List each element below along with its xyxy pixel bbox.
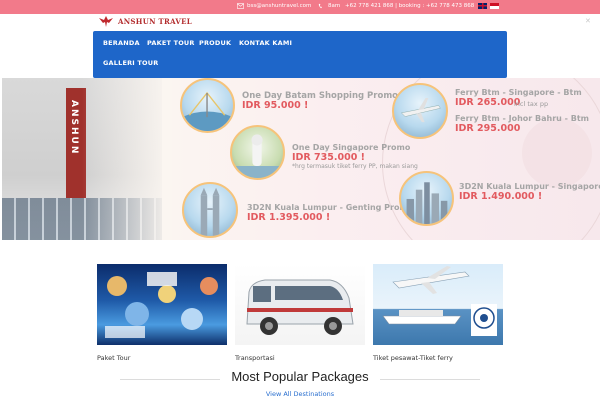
office-building-image: ANSHUN xyxy=(2,78,172,240)
promo-note: *hrg termasuk tiket ferry PP, makan sian… xyxy=(292,163,418,170)
nav-item-produk[interactable]: PRODUK xyxy=(199,39,231,47)
contact-phone[interactable]: +62 778 421 868 | booking : +62 778 473 … xyxy=(345,3,474,9)
phone-icon xyxy=(318,3,322,9)
nav-item-beranda[interactable]: BERANDA xyxy=(103,39,140,47)
site-logo[interactable]: ANSHUN TRAVEL xyxy=(98,13,192,29)
hours-text: 8am xyxy=(328,3,341,9)
batam-bridge-image xyxy=(180,78,235,133)
indonesia-flag-icon[interactable] xyxy=(490,3,499,9)
card-caption[interactable]: Tiket pesawat-Tiket ferry xyxy=(373,354,453,362)
hero-banner: ANSHUN One Day Batam Shopping Promo IDR … xyxy=(2,78,600,240)
card-caption[interactable]: Paket Tour xyxy=(97,354,130,362)
petronas-towers-image xyxy=(182,182,238,238)
promo-title[interactable]: 3D2N Kuala Lumpur - Genting Promo xyxy=(247,203,413,212)
promo-price: IDR 95.000 ! xyxy=(242,100,309,111)
section-title: Most Popular Packages xyxy=(231,369,369,384)
nav-item-kontak-kami[interactable]: KONTAK KAMI xyxy=(239,39,292,47)
top-bar: bss@anshuntravel.com 8am +62 778 421 868… xyxy=(0,0,600,14)
promo-title[interactable]: Ferry Btm - Singapore - Btm xyxy=(455,88,582,97)
nav-item-paket-tour[interactable]: PAKET TOUR xyxy=(147,39,195,47)
eagle-logo-icon xyxy=(99,16,113,27)
airplane-image xyxy=(392,83,448,139)
card-transportasi[interactable]: Transportasi xyxy=(235,264,365,362)
contact-hours: 8am xyxy=(318,3,340,9)
view-all-link[interactable]: View All Destinations xyxy=(0,390,600,398)
singapore-merlion-image xyxy=(230,125,285,180)
airplane-ferry-image[interactable] xyxy=(373,264,503,345)
promo-price: IDR 1.395.000 ! xyxy=(247,212,331,223)
promo-price: IDR 735.000 ! xyxy=(292,152,365,163)
promo-price: IDR 1.490.000 ! xyxy=(459,191,543,202)
kuala-lumpur-city-image xyxy=(399,171,454,226)
promo-title[interactable]: Ferry Btm - Johor Bahru - Btm xyxy=(455,114,589,123)
main-navigation: BERANDA PAKET TOUR PRODUK KONTAK KAMI GA… xyxy=(93,31,507,78)
brand-name: ANSHUN TRAVEL xyxy=(118,16,192,26)
promo-note: incl tax pp xyxy=(514,100,549,108)
nav-item-galleri-tour[interactable]: GALLERI TOUR xyxy=(103,59,158,67)
email-text: bss@anshuntravel.com xyxy=(247,3,312,9)
promo-price: IDR 265.000 xyxy=(455,97,521,108)
contact-email[interactable]: bss@anshuntravel.com xyxy=(237,3,311,9)
phone-text: +62 778 421 868 | booking : +62 778 473 … xyxy=(345,3,475,9)
promo-price: IDR 295.000 xyxy=(455,123,521,134)
promo-title[interactable]: 3D2N Kuala Lumpur - Singapore Pr xyxy=(459,182,600,191)
card-paket-tour[interactable]: Paket Tour xyxy=(97,264,227,362)
close-icon[interactable]: ✕ xyxy=(585,17,591,25)
language-switcher xyxy=(478,3,499,9)
tour-collage-image[interactable] xyxy=(97,264,227,345)
card-tiket[interactable]: Tiket pesawat-Tiket ferry xyxy=(373,264,503,362)
card-caption[interactable]: Transportasi xyxy=(235,354,275,362)
english-flag-icon[interactable] xyxy=(478,3,487,9)
minibus-image[interactable] xyxy=(235,264,365,345)
email-icon xyxy=(237,3,244,9)
promo-title[interactable]: One Day Singapore Promo xyxy=(292,143,410,152)
